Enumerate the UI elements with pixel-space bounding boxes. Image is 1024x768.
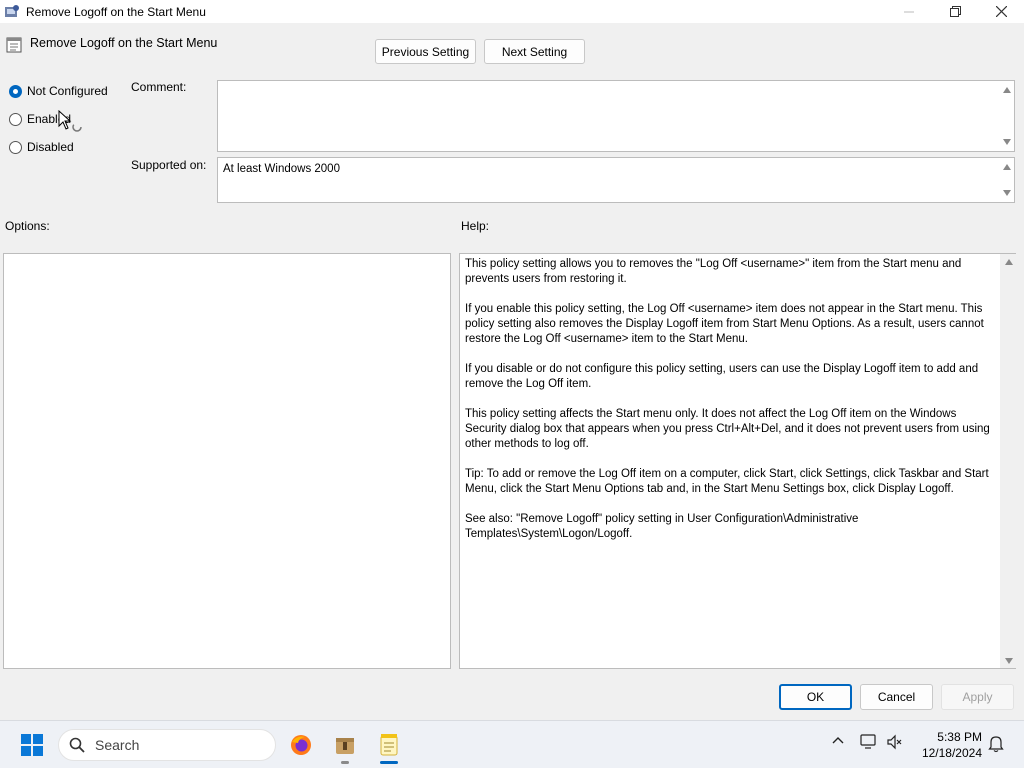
help-pane: This policy setting allows you to remove… (459, 253, 1016, 669)
radio-indicator[interactable] (9, 140, 22, 154)
options-pane (3, 253, 451, 669)
policy-name: Remove Logoff on the Start Menu (30, 36, 218, 50)
radio-indicator-checked[interactable] (9, 84, 22, 98)
policy-setting-icon (6, 37, 22, 53)
volume-muted-icon[interactable] (886, 733, 904, 751)
supported-scrollbar[interactable] (999, 158, 1014, 202)
scroll-down-icon[interactable] (1005, 658, 1013, 664)
radio-label: Not Configured (27, 84, 108, 98)
cancel-button[interactable]: Cancel (860, 684, 933, 710)
help-label: Help: (461, 219, 490, 233)
scroll-up-icon[interactable] (1005, 259, 1013, 265)
clock-time: 5:38 PM (937, 730, 982, 744)
help-scrollbar[interactable] (1000, 254, 1016, 668)
archive-app[interactable] (331, 731, 359, 759)
radio-not-configured[interactable]: Not Configured (9, 84, 108, 98)
group-policy-icon (5, 4, 19, 17)
chevron-up-icon[interactable] (832, 735, 844, 747)
notepad-icon (380, 734, 398, 756)
clock-date: 12/18/2024 (921, 746, 982, 760)
running-indicator (341, 761, 349, 764)
scroll-down-icon[interactable] (1003, 190, 1011, 196)
active-indicator (380, 761, 398, 764)
search-placeholder: Search (95, 737, 140, 753)
apply-button[interactable]: Apply (941, 684, 1014, 710)
start-button[interactable] (21, 734, 43, 756)
comment-textarea[interactable] (217, 80, 1015, 152)
notepad-app[interactable] (375, 731, 403, 759)
firefox-app[interactable] (287, 731, 315, 759)
taskbar: Search 5:38 PM 12/18/2024 (0, 720, 1024, 768)
supported-label: Supported on: (131, 158, 207, 172)
taskbar-clock[interactable]: 5:38 PM 12/18/2024 (922, 729, 982, 761)
scroll-up-icon[interactable] (1003, 87, 1011, 93)
comment-label: Comment: (131, 80, 187, 94)
supported-box: At least Windows 2000 (217, 157, 1015, 203)
supported-value: At least Windows 2000 (223, 163, 340, 175)
mouse-cursor-icon (58, 110, 82, 132)
options-label: Options: (5, 219, 50, 233)
notification-bell-icon[interactable] (988, 735, 1004, 753)
radio-disabled[interactable]: Disabled (9, 140, 74, 154)
firefox-icon (291, 735, 311, 755)
minimize-button[interactable] (886, 0, 932, 23)
close-icon (995, 6, 1007, 17)
scroll-up-icon[interactable] (1003, 164, 1011, 170)
network-icon[interactable] (860, 733, 878, 751)
archive-icon (336, 738, 354, 754)
next-setting-button[interactable]: Next Setting (484, 39, 585, 64)
window-title: Remove Logoff on the Start Menu (26, 4, 206, 19)
radio-label: Disabled (27, 140, 74, 154)
ok-button[interactable]: OK (779, 684, 852, 710)
taskbar-search[interactable]: Search (58, 729, 276, 761)
search-icon (69, 737, 85, 753)
help-text: This policy setting allows you to remove… (465, 258, 990, 540)
restore-icon (949, 6, 961, 17)
previous-setting-button[interactable]: Previous Setting (375, 39, 476, 64)
title-bar: Remove Logoff on the Start Menu (0, 0, 1024, 23)
minimize-icon (904, 11, 914, 12)
scroll-down-icon[interactable] (1003, 139, 1011, 145)
close-button[interactable] (978, 0, 1024, 23)
comment-scrollbar[interactable] (999, 81, 1014, 151)
maximize-button[interactable] (932, 0, 978, 23)
radio-indicator[interactable] (9, 112, 22, 126)
